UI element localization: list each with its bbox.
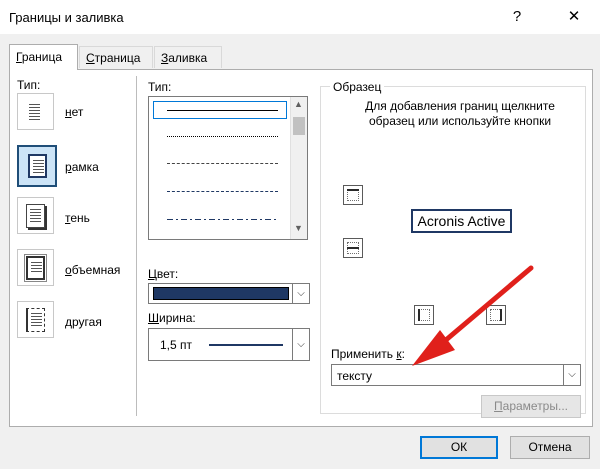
setting-box[interactable]: рамка — [17, 145, 127, 187]
width-dropdown[interactable]: 1,5 пт ⌵ — [148, 328, 310, 361]
apply-to-dropdown[interactable]: тексту ⌵ — [331, 364, 581, 386]
width-label-rest: ирина: — [159, 311, 196, 325]
setting-item-label: бъемная — [71, 263, 121, 277]
close-button[interactable]: ✕ — [560, 5, 588, 29]
setting-accel: р — [65, 160, 72, 174]
setting-label: Тип: — [17, 78, 41, 92]
title-bar: Границы и заливка ? ✕ — [0, 0, 600, 34]
scroll-down-icon[interactable]: ▼ — [294, 223, 303, 233]
tab-border[interactable]: Граница — [9, 44, 78, 70]
page-shadow-icon — [17, 197, 54, 234]
preview-legend: Образец — [330, 80, 385, 94]
help-button[interactable]: ? — [505, 5, 529, 29]
preview-sample[interactable]: Acronis Active — [411, 209, 512, 233]
apply-to-label: Применить к: — [331, 347, 405, 361]
cancel-button[interactable]: Отмена — [510, 436, 590, 459]
width-sample-line — [209, 344, 283, 346]
setting-none[interactable]: нет — [17, 93, 127, 134]
window-title: Границы и заливка — [9, 10, 124, 25]
ok-button[interactable]: ОК — [420, 436, 498, 459]
width-value: 1,5 пт — [160, 338, 193, 352]
color-label-rest: вет: — [156, 267, 179, 281]
options-label-rest: араметры... — [502, 399, 568, 413]
setting-3d[interactable]: объемная — [17, 249, 137, 290]
tab-label-rest: траница — [94, 51, 141, 65]
tab-accel: С — [86, 51, 95, 65]
right-border-button[interactable] — [486, 305, 506, 325]
setting-accel: д — [65, 315, 73, 329]
scrollbar[interactable]: ▲ ▼ — [290, 97, 307, 239]
apply-to-label-tail: : — [401, 347, 405, 361]
color-dropdown[interactable]: ⌵ — [148, 283, 310, 304]
line-style-dash-dot[interactable] — [167, 219, 278, 220]
line-style-dashed-small[interactable] — [167, 163, 278, 164]
frame-edge — [382, 86, 586, 87]
apply-to-label-main: Применить — [331, 347, 397, 361]
chevron-down-icon[interactable]: ⌵ — [292, 329, 309, 360]
page-3d-icon — [17, 249, 54, 286]
line-style-solid — [167, 110, 278, 111]
setting-item-label: ет — [71, 105, 84, 119]
line-style-dashed[interactable] — [167, 191, 278, 192]
apply-to-value: тексту — [337, 369, 373, 383]
setting-item-label: ругая — [72, 315, 102, 329]
tab-page[interactable]: Страница — [79, 46, 153, 68]
chevron-down-icon[interactable]: ⌵ — [292, 284, 309, 303]
page-custom-icon — [17, 301, 54, 338]
page-box-icon — [17, 145, 57, 187]
inside-horizontal-border-button[interactable] — [343, 238, 363, 258]
tab-label-rest: раница — [21, 50, 63, 64]
line-style-list[interactable]: ▲ ▼ — [148, 96, 308, 240]
setting-shadow[interactable]: тень — [17, 197, 127, 238]
color-label: Цвет: — [148, 267, 178, 281]
line-style-dotted[interactable] — [167, 136, 278, 137]
style-label: Тип: — [148, 80, 172, 94]
chevron-down-icon[interactable]: ⌵ — [563, 365, 580, 385]
color-accel: Ц — [148, 267, 157, 281]
page-no-border-icon — [17, 93, 54, 130]
tab-label-rest: аливка — [168, 51, 208, 65]
scroll-thumb[interactable] — [293, 117, 305, 135]
left-border-button[interactable] — [414, 305, 434, 325]
divider — [136, 76, 137, 416]
color-swatch — [153, 287, 289, 300]
width-label: Ширина: — [148, 311, 196, 325]
scroll-up-icon[interactable]: ▲ — [294, 99, 303, 109]
setting-accel: н — [65, 105, 72, 119]
options-button[interactable]: Параметры... — [481, 395, 581, 418]
preview-hint: Для добавления границ щелкните образец и… — [365, 99, 555, 128]
width-accel: Ш — [148, 311, 159, 325]
setting-item-label: амка — [71, 160, 99, 174]
tab-shading[interactable]: Заливка — [154, 46, 222, 68]
setting-accel: о — [65, 263, 72, 277]
setting-custom[interactable]: другая — [17, 301, 127, 342]
frame-edge — [320, 86, 330, 87]
top-border-button[interactable] — [343, 185, 363, 205]
options-accel: П — [494, 399, 503, 413]
setting-item-label: ень — [70, 211, 90, 225]
